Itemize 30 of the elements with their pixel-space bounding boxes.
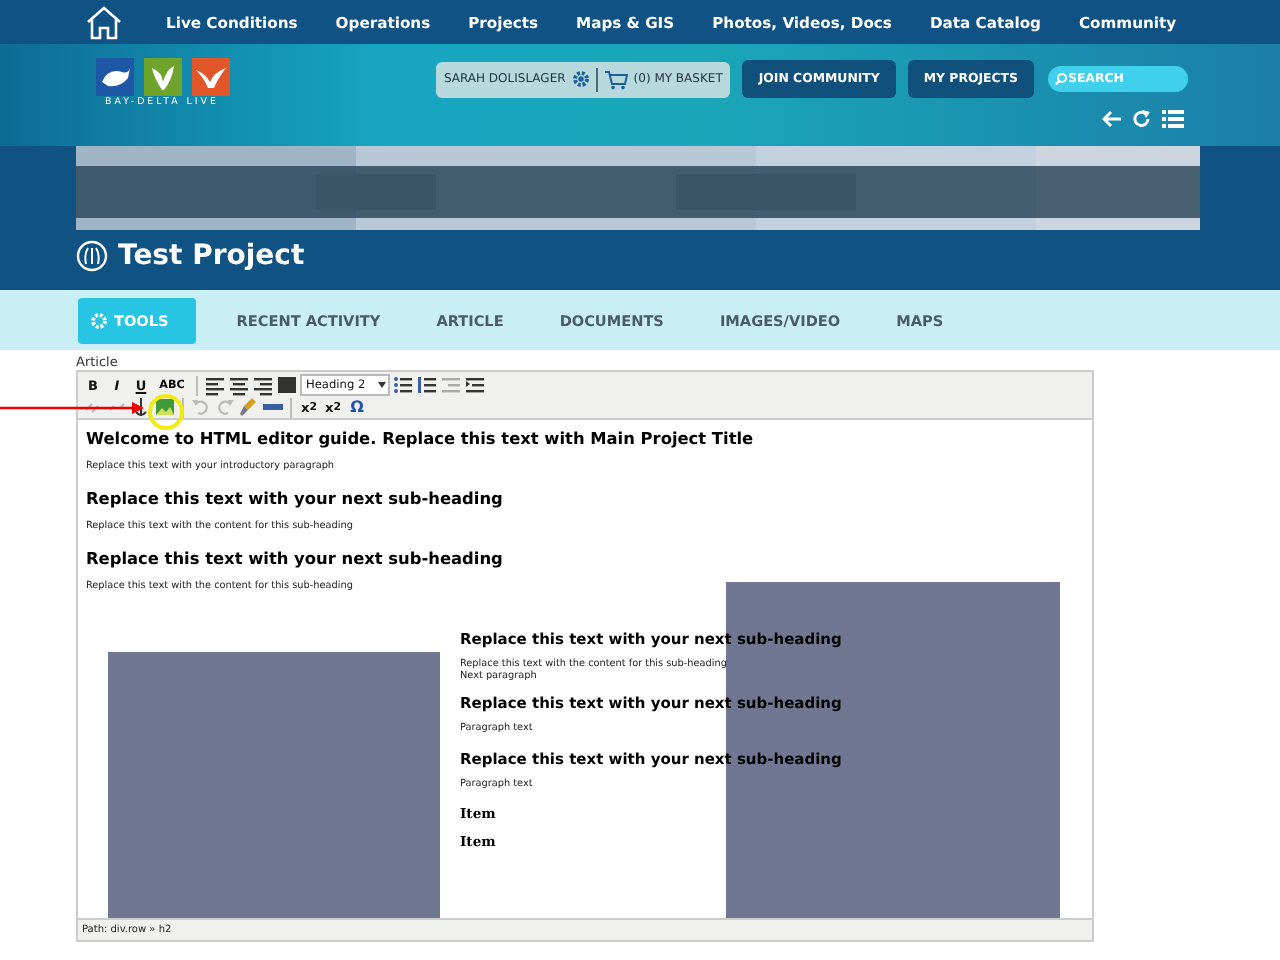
project-title: Test Project bbox=[118, 240, 305, 272]
search-icon bbox=[1054, 72, 1068, 86]
refresh-icon[interactable] bbox=[1132, 110, 1152, 128]
align-left-icon[interactable] bbox=[204, 374, 226, 396]
highlight-circle bbox=[148, 394, 184, 430]
home-icon[interactable] bbox=[86, 5, 122, 39]
settings-icon[interactable] bbox=[571, 70, 590, 88]
bullet-list-icon[interactable] bbox=[392, 374, 414, 396]
list-icon[interactable] bbox=[1162, 110, 1184, 128]
whale-logo-icon bbox=[95, 58, 133, 96]
leaf-logo-icon bbox=[143, 58, 181, 96]
indent-icon[interactable] bbox=[464, 374, 486, 396]
cart-icon[interactable] bbox=[603, 69, 628, 89]
special-character-button[interactable]: Ω bbox=[346, 396, 368, 418]
cleanup-brush-icon[interactable] bbox=[238, 396, 260, 418]
align-right-icon[interactable] bbox=[252, 374, 274, 396]
editor-subheading: Replace this text with your next sub-heading bbox=[86, 548, 505, 568]
settings-icon bbox=[90, 311, 108, 329]
bird-logo-icon bbox=[191, 58, 229, 96]
editor-subheading: Replace this text with your next sub-heading bbox=[86, 488, 505, 508]
justify-icon[interactable] bbox=[276, 374, 298, 396]
anchor-icon[interactable] bbox=[130, 396, 152, 418]
callout-arrow bbox=[0, 402, 144, 414]
numbered-list-icon[interactable] bbox=[416, 374, 438, 396]
editor-heading: Welcome to HTML editor guide. Replace this text with Main Project Title bbox=[86, 428, 756, 448]
project-logo-icon bbox=[76, 240, 108, 272]
align-center-icon[interactable] bbox=[228, 374, 250, 396]
caret-icon bbox=[378, 382, 386, 388]
rich-text-editor[interactable] bbox=[76, 370, 1094, 942]
back-arrow-icon[interactable] bbox=[1102, 110, 1122, 128]
